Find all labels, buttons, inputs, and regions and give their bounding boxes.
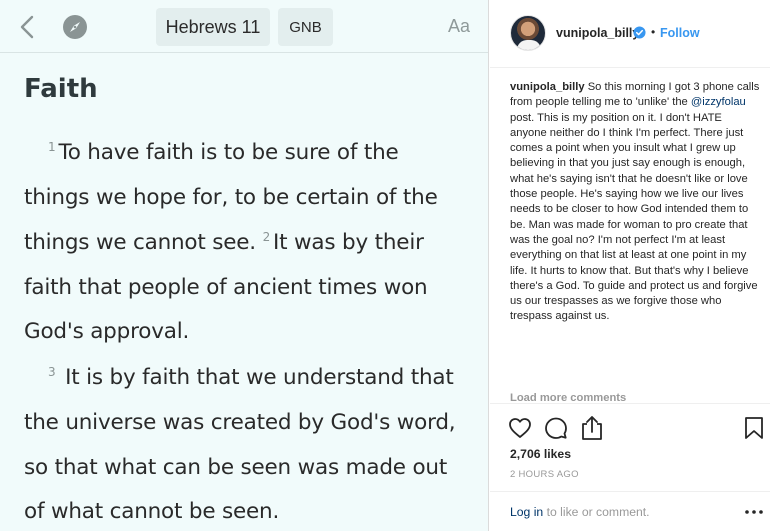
bible-toolbar: Hebrews 11 GNB Aa [0, 0, 488, 53]
verse-number: 3 [48, 365, 56, 379]
verse-line: 1 To have faith is to be sure of the [48, 140, 399, 165]
verse-text: things we cannot see. [24, 230, 256, 256]
verified-icon [633, 26, 646, 39]
avatar[interactable] [510, 15, 546, 51]
verse-line: of what cannot be seen. [24, 499, 280, 524]
post-actions: 2,706 likes 2 HOURS AGO Log in to like o… [490, 403, 770, 531]
verse-line: God's approval. [24, 319, 190, 344]
follow-button[interactable]: Follow [660, 26, 700, 40]
login-link[interactable]: Log in [510, 505, 543, 519]
caption-username[interactable]: vunipola_billy [510, 81, 585, 93]
post-caption: vunipola_billy So this morning I got 3 p… [510, 80, 760, 325]
avatar-shirt [517, 40, 541, 50]
verse-text: To have faith is to be sure of the [58, 140, 399, 166]
font-settings-button[interactable]: Aa [448, 16, 470, 37]
book-chapter-button[interactable]: Hebrews 11 [156, 8, 270, 46]
verse-text: It is by faith that we understand that [65, 365, 454, 391]
post-timestamp[interactable]: 2 HOURS AGO [510, 469, 579, 480]
load-more-comments-button[interactable]: Load more comments [510, 392, 626, 403]
share-icon[interactable] [580, 415, 604, 441]
compass-icon[interactable] [62, 14, 88, 40]
verse-line: things we cannot see. 2 It was by their [24, 230, 424, 255]
post-header: vunipola_billy • Follow [490, 0, 770, 68]
heart-icon[interactable] [508, 416, 532, 440]
likes-count[interactable]: 2,706 likes [510, 447, 571, 461]
verse-line: things we hope for, to be certain of the [24, 185, 438, 210]
comment-icon[interactable] [544, 416, 568, 440]
more-options-icon[interactable] [744, 506, 764, 518]
username-link[interactable]: vunipola_billy [556, 26, 639, 40]
verse-line: 3 It is by faith that we understand that [48, 365, 454, 390]
separator-dot: • [651, 25, 656, 39]
verse-line: the universe was created by God's word, [24, 410, 456, 435]
bookmark-icon[interactable] [744, 416, 764, 440]
comment-bar: Log in to like or comment. [490, 491, 770, 531]
back-chevron-icon[interactable] [16, 14, 40, 40]
caption-mention-link[interactable]: @izzyfolau [691, 96, 746, 108]
caption-text: post. This is my position on it. I don't… [510, 111, 758, 323]
verse-number: 1 [48, 140, 56, 154]
login-prompt: Log in to like or comment. [510, 505, 650, 519]
section-heading: Faith [24, 74, 98, 104]
version-button[interactable]: GNB [278, 8, 333, 46]
login-prompt-text: to like or comment. [546, 505, 650, 519]
bible-app-screenshot: Hebrews 11 GNB Aa Faith 1 To have faith i… [0, 0, 489, 531]
verse-text: It was by their [273, 230, 424, 256]
instagram-post-panel: vunipola_billy • Follow vunipola_billy S… [490, 0, 770, 531]
verse-line: so that what can be seen was made out [24, 455, 448, 480]
verse-line: faith that people of ancient times won [24, 275, 428, 300]
verse-number: 2 [262, 230, 271, 244]
